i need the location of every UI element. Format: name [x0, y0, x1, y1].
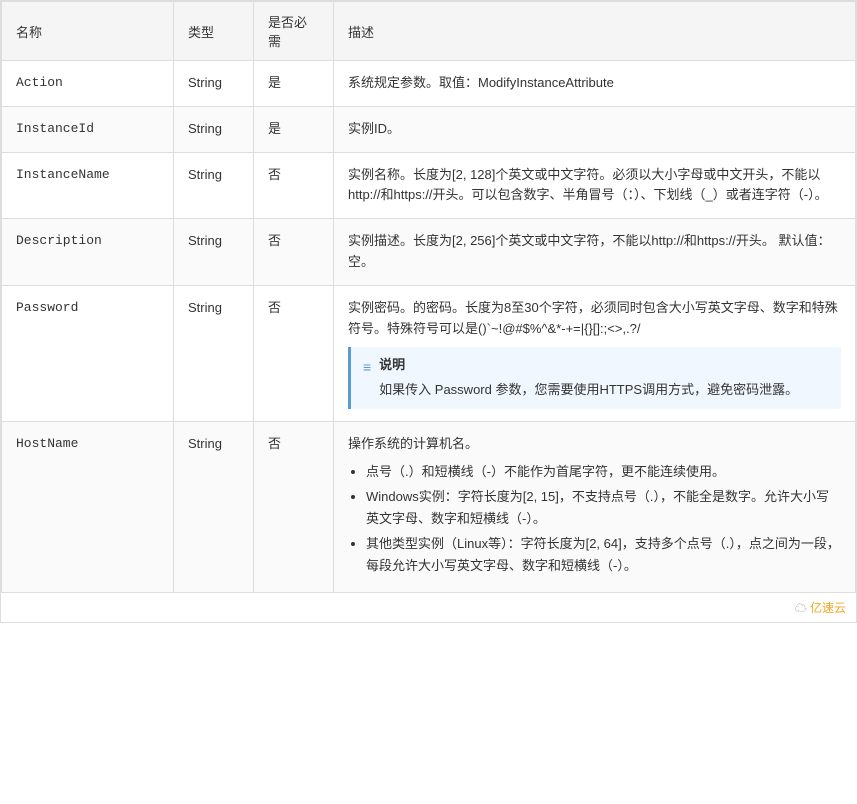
cell-type: String [174, 152, 254, 219]
cell-type: String [174, 219, 254, 286]
cell-desc: 实例ID。 [334, 106, 856, 152]
cell-desc: 操作系统的计算机名。点号（.）和短横线（-）不能作为首尾字符，更不能连续使用。W… [334, 421, 856, 592]
cell-name: Description [2, 219, 174, 286]
watermark-text: 亿速云 [810, 601, 846, 615]
cell-required: 否 [254, 285, 334, 421]
cell-type: String [174, 421, 254, 592]
table-row: DescriptionString否实例描述。长度为[2, 256]个英文或中文… [2, 219, 856, 286]
cell-required: 否 [254, 219, 334, 286]
col-header-type: 类型 [174, 2, 254, 61]
col-header-desc: 描述 [334, 2, 856, 61]
cell-name: HostName [2, 421, 174, 592]
note-title: 说明 [379, 355, 798, 376]
table-row: InstanceNameString否实例名称。长度为[2, 128]个英文或中… [2, 152, 856, 219]
note-text: 如果传入 Password 参数，您需要使用HTTPS调用方式，避免密码泄露。 [379, 380, 798, 401]
list-item: 其他类型实例（Linux等）：字符长度为[2, 64]，支持多个点号（.），点之… [366, 533, 841, 577]
table-row: InstanceIdString是实例ID。 [2, 106, 856, 152]
cell-required: 是 [254, 106, 334, 152]
cell-name: Action [2, 61, 174, 107]
cell-name: InstanceId [2, 106, 174, 152]
desc-list: 点号（.）和短横线（-）不能作为首尾字符，更不能连续使用。 Windows实例：字… [348, 461, 841, 577]
cell-type: String [174, 106, 254, 152]
cell-desc: 系统规定参数。取值：ModifyInstanceAttribute [334, 61, 856, 107]
table-row: HostNameString否操作系统的计算机名。点号（.）和短横线（-）不能作… [2, 421, 856, 592]
cell-type: String [174, 61, 254, 107]
col-header-name: 名称 [2, 2, 174, 61]
col-header-required: 是否必需 [254, 2, 334, 61]
list-item: 点号（.）和短横线（-）不能作为首尾字符，更不能连续使用。 [366, 461, 841, 483]
cell-name: Password [2, 285, 174, 421]
note-content: 说明如果传入 Password 参数，您需要使用HTTPS调用方式，避免密码泄露… [379, 355, 798, 401]
cell-desc: 实例名称。长度为[2, 128]个英文或中文字符。必须以大小字母或中文开头，不能… [334, 152, 856, 219]
cell-name: InstanceName [2, 152, 174, 219]
watermark: ☁ 亿速云 [1, 593, 856, 622]
cell-required: 否 [254, 421, 334, 592]
note-box: ≡ 说明如果传入 Password 参数，您需要使用HTTPS调用方式，避免密码泄… [348, 347, 841, 409]
note-icon: ≡ [363, 356, 371, 378]
api-params-table: 名称 类型 是否必需 描述 ActionString是系统规定参数。取值：Mod… [0, 0, 857, 623]
cell-required: 否 [254, 152, 334, 219]
table-row: PasswordString否实例密码。的密码。长度为8至30个字符，必须同时包… [2, 285, 856, 421]
table-row: ActionString是系统规定参数。取值：ModifyInstanceAtt… [2, 61, 856, 107]
cell-required: 是 [254, 61, 334, 107]
cell-type: String [174, 285, 254, 421]
table-header-row: 名称 类型 是否必需 描述 [2, 2, 856, 61]
cell-desc: 实例描述。长度为[2, 256]个英文或中文字符，不能以http://和http… [334, 219, 856, 286]
cell-desc: 实例密码。的密码。长度为8至30个字符，必须同时包含大小写英文字母、数字和特殊符… [334, 285, 856, 421]
list-item: Windows实例：字符长度为[2, 15]，不支持点号（.），不能全是数字。允… [366, 486, 841, 530]
